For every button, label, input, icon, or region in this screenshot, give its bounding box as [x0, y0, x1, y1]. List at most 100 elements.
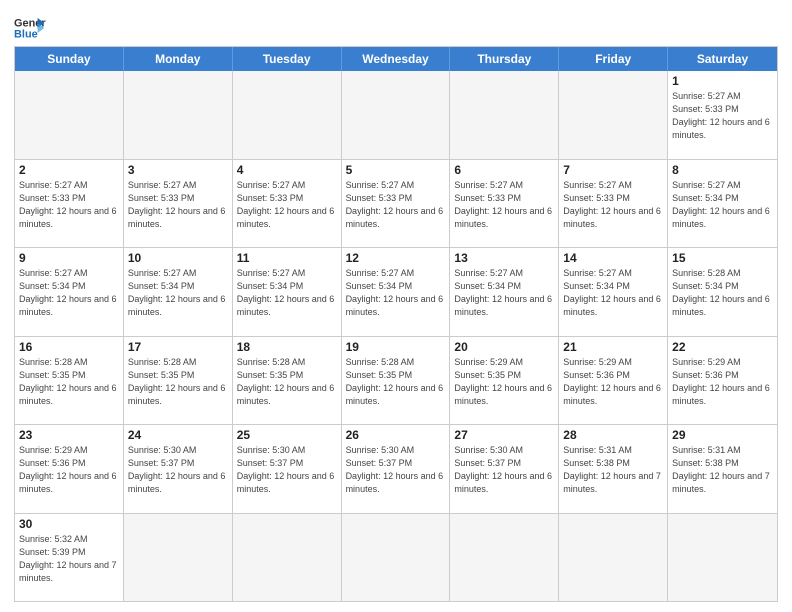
- day-number: 24: [128, 428, 228, 442]
- day-number: 25: [237, 428, 337, 442]
- day-number: 22: [672, 340, 773, 354]
- day-number: 12: [346, 251, 446, 265]
- day-number: 26: [346, 428, 446, 442]
- day-info: Sunrise: 5:27 AM Sunset: 5:33 PM Dayligh…: [672, 90, 773, 142]
- calendar-cell: 18 Sunrise: 5:28 AM Sunset: 5:35 PM Dayli…: [233, 337, 342, 425]
- day-info: Sunrise: 5:28 AM Sunset: 5:34 PM Dayligh…: [672, 267, 773, 319]
- calendar-cell: 20 Sunrise: 5:29 AM Sunset: 5:35 PM Dayli…: [450, 337, 559, 425]
- day-info: Sunrise: 5:29 AM Sunset: 5:35 PM Dayligh…: [454, 356, 554, 408]
- day-info: Sunrise: 5:27 AM Sunset: 5:34 PM Dayligh…: [454, 267, 554, 319]
- calendar-cell: 21Sunrise: 5:29 AM Sunset: 5:36 PM Dayli…: [559, 337, 668, 425]
- day-number: 19: [346, 340, 446, 354]
- calendar-cell: 26 Sunrise: 5:30 AM Sunset: 5:37 PM Dayli…: [342, 425, 451, 513]
- calendar-cell: 2Sunrise: 5:27 AM Sunset: 5:33 PM Daylig…: [15, 160, 124, 248]
- day-number: 15: [672, 251, 773, 265]
- day-number: 14: [563, 251, 663, 265]
- calendar-cell: [450, 514, 559, 602]
- weekday-header-thursday: Thursday: [450, 47, 559, 71]
- calendar-cell: 13 Sunrise: 5:27 AM Sunset: 5:34 PM Dayli…: [450, 248, 559, 336]
- day-number: 8: [672, 163, 773, 177]
- day-info: Sunrise: 5:27 AM Sunset: 5:34 PM Dayligh…: [19, 267, 119, 319]
- logo: General Blue: [14, 10, 46, 42]
- day-info: Sunrise: 5:28 AM Sunset: 5:35 PM Dayligh…: [237, 356, 337, 408]
- calendar-cell: 17 Sunrise: 5:28 AM Sunset: 5:35 PM Dayli…: [124, 337, 233, 425]
- day-info: Sunrise: 5:27 AM Sunset: 5:33 PM Dayligh…: [128, 179, 228, 231]
- day-info: Sunrise: 5:27 AM Sunset: 5:34 PM Dayligh…: [346, 267, 446, 319]
- calendar-row-4: 16 Sunrise: 5:28 AM Sunset: 5:35 PM Dayli…: [15, 337, 777, 426]
- day-number: 30: [19, 517, 119, 531]
- calendar-cell: 8Sunrise: 5:27 AM Sunset: 5:34 PM Daylig…: [668, 160, 777, 248]
- svg-text:Blue: Blue: [14, 28, 38, 40]
- calendar-row-6: 30Sunrise: 5:32 AM Sunset: 5:39 PM Dayli…: [15, 514, 777, 602]
- day-number: 18: [237, 340, 337, 354]
- calendar-cell: 6Sunrise: 5:27 AM Sunset: 5:33 PM Daylig…: [450, 160, 559, 248]
- calendar: SundayMondayTuesdayWednesdayThursdayFrid…: [14, 46, 778, 602]
- calendar-cell: [559, 514, 668, 602]
- day-info: Sunrise: 5:27 AM Sunset: 5:33 PM Dayligh…: [19, 179, 119, 231]
- day-info: Sunrise: 5:27 AM Sunset: 5:34 PM Dayligh…: [237, 267, 337, 319]
- calendar-cell: [668, 514, 777, 602]
- day-info: Sunrise: 5:30 AM Sunset: 5:37 PM Dayligh…: [128, 444, 228, 496]
- day-number: 3: [128, 163, 228, 177]
- calendar-cell: 7Sunrise: 5:27 AM Sunset: 5:33 PM Daylig…: [559, 160, 668, 248]
- day-info: Sunrise: 5:30 AM Sunset: 5:37 PM Dayligh…: [454, 444, 554, 496]
- day-info: Sunrise: 5:29 AM Sunset: 5:36 PM Dayligh…: [672, 356, 773, 408]
- calendar-cell: 28 Sunrise: 5:31 AM Sunset: 5:38 PM Dayli…: [559, 425, 668, 513]
- calendar-cell: [15, 71, 124, 159]
- calendar-cell: 14 Sunrise: 5:27 AM Sunset: 5:34 PM Dayli…: [559, 248, 668, 336]
- generalblue-logo-icon: General Blue: [14, 14, 46, 42]
- day-info: Sunrise: 5:31 AM Sunset: 5:38 PM Dayligh…: [672, 444, 773, 496]
- day-number: 5: [346, 163, 446, 177]
- weekday-header-friday: Friday: [559, 47, 668, 71]
- calendar-cell: 25 Sunrise: 5:30 AM Sunset: 5:37 PM Dayli…: [233, 425, 342, 513]
- calendar-cell: [342, 514, 451, 602]
- day-info: Sunrise: 5:30 AM Sunset: 5:37 PM Dayligh…: [237, 444, 337, 496]
- day-number: 21: [563, 340, 663, 354]
- calendar-cell: 19 Sunrise: 5:28 AM Sunset: 5:35 PM Dayli…: [342, 337, 451, 425]
- weekday-header-sunday: Sunday: [15, 47, 124, 71]
- day-info: Sunrise: 5:28 AM Sunset: 5:35 PM Dayligh…: [19, 356, 119, 408]
- calendar-cell: 27 Sunrise: 5:30 AM Sunset: 5:37 PM Dayli…: [450, 425, 559, 513]
- calendar-cell: 10Sunrise: 5:27 AM Sunset: 5:34 PM Dayli…: [124, 248, 233, 336]
- day-info: Sunrise: 5:31 AM Sunset: 5:38 PM Dayligh…: [563, 444, 663, 496]
- calendar-cell: [450, 71, 559, 159]
- day-number: 6: [454, 163, 554, 177]
- day-info: Sunrise: 5:28 AM Sunset: 5:35 PM Dayligh…: [346, 356, 446, 408]
- day-info: Sunrise: 5:27 AM Sunset: 5:34 PM Dayligh…: [563, 267, 663, 319]
- calendar-header: SundayMondayTuesdayWednesdayThursdayFrid…: [15, 47, 777, 71]
- day-number: 20: [454, 340, 554, 354]
- calendar-cell: 22 Sunrise: 5:29 AM Sunset: 5:36 PM Dayli…: [668, 337, 777, 425]
- calendar-cell: 23Sunrise: 5:29 AM Sunset: 5:36 PM Dayli…: [15, 425, 124, 513]
- day-number: 9: [19, 251, 119, 265]
- day-number: 1: [672, 74, 773, 88]
- calendar-cell: 3 Sunrise: 5:27 AM Sunset: 5:33 PM Daylig…: [124, 160, 233, 248]
- day-info: Sunrise: 5:30 AM Sunset: 5:37 PM Dayligh…: [346, 444, 446, 496]
- day-number: 4: [237, 163, 337, 177]
- calendar-cell: 11 Sunrise: 5:27 AM Sunset: 5:34 PM Dayli…: [233, 248, 342, 336]
- day-number: 28: [563, 428, 663, 442]
- day-number: 11: [237, 251, 337, 265]
- day-number: 16: [19, 340, 119, 354]
- weekday-header-saturday: Saturday: [668, 47, 777, 71]
- calendar-body: 1 Sunrise: 5:27 AM Sunset: 5:33 PM Daylig…: [15, 71, 777, 601]
- calendar-cell: [124, 71, 233, 159]
- day-number: 7: [563, 163, 663, 177]
- day-number: 27: [454, 428, 554, 442]
- calendar-cell: 15 Sunrise: 5:28 AM Sunset: 5:34 PM Dayli…: [668, 248, 777, 336]
- header: General Blue: [14, 10, 778, 42]
- calendar-row-3: 9 Sunrise: 5:27 AM Sunset: 5:34 PM Daylig…: [15, 248, 777, 337]
- weekday-header-tuesday: Tuesday: [233, 47, 342, 71]
- calendar-cell: 12 Sunrise: 5:27 AM Sunset: 5:34 PM Dayli…: [342, 248, 451, 336]
- day-number: 13: [454, 251, 554, 265]
- calendar-cell: 30Sunrise: 5:32 AM Sunset: 5:39 PM Dayli…: [15, 514, 124, 602]
- calendar-row-1: 1 Sunrise: 5:27 AM Sunset: 5:33 PM Daylig…: [15, 71, 777, 160]
- day-info: Sunrise: 5:27 AM Sunset: 5:33 PM Dayligh…: [346, 179, 446, 231]
- calendar-row-2: 2Sunrise: 5:27 AM Sunset: 5:33 PM Daylig…: [15, 160, 777, 249]
- weekday-header-wednesday: Wednesday: [342, 47, 451, 71]
- calendar-cell: [233, 71, 342, 159]
- calendar-cell: 1 Sunrise: 5:27 AM Sunset: 5:33 PM Daylig…: [668, 71, 777, 159]
- calendar-cell: 5 Sunrise: 5:27 AM Sunset: 5:33 PM Daylig…: [342, 160, 451, 248]
- day-number: 17: [128, 340, 228, 354]
- day-info: Sunrise: 5:28 AM Sunset: 5:35 PM Dayligh…: [128, 356, 228, 408]
- calendar-cell: 29Sunrise: 5:31 AM Sunset: 5:38 PM Dayli…: [668, 425, 777, 513]
